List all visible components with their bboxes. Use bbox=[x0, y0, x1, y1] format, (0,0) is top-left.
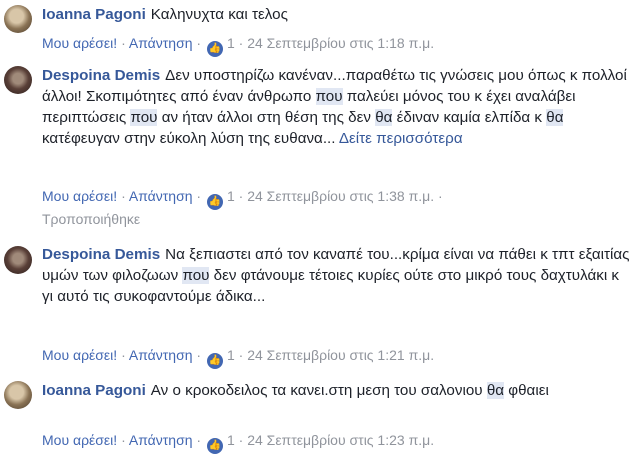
thumbs-up-icon: 👍 bbox=[206, 41, 223, 57]
reply-link[interactable]: Απάντηση bbox=[129, 432, 193, 448]
comment-body: Ioanna Pagoni Καληνυχτα και τελος bbox=[42, 4, 634, 25]
text-segment: Αν ο κροκοδειλος τα κανει.στη μεση του σ… bbox=[150, 382, 487, 399]
like-link[interactable]: Μου αρέσει! bbox=[42, 35, 117, 51]
like-link[interactable]: Μου αρέσει! bbox=[42, 188, 117, 204]
text-segment: έδιναν καμία ελπίδα κ bbox=[392, 109, 547, 126]
timestamp[interactable]: 24 Σεπτεμβρίου στις 1:38 π.μ. bbox=[247, 188, 434, 204]
avatar[interactable] bbox=[4, 5, 32, 33]
like-count[interactable]: 1 bbox=[227, 432, 235, 448]
highlighted-word: που bbox=[130, 109, 158, 126]
timestamp[interactable]: 24 Σεπτεμβρίου στις 1:21 π.μ. bbox=[247, 347, 434, 363]
like-link[interactable]: Μου αρέσει! bbox=[42, 347, 117, 363]
see-more-link[interactable]: Δείτε περισσότερα bbox=[339, 130, 463, 147]
author-name[interactable]: Despoina Demis bbox=[42, 246, 160, 263]
reply-link[interactable]: Απάντηση bbox=[129, 188, 193, 204]
highlighted-word: θα bbox=[375, 109, 393, 126]
comment-text: Καληνυχτα και τελος bbox=[151, 6, 288, 23]
avatar[interactable] bbox=[4, 246, 32, 274]
highlighted-word: θα bbox=[546, 109, 564, 126]
avatar[interactable] bbox=[4, 381, 32, 409]
like-count[interactable]: 1 bbox=[227, 188, 235, 204]
comment-body: Ioanna Pagoni Αν ο κροκοδειλος τα κανει.σ… bbox=[42, 380, 634, 401]
reply-link[interactable]: Απάντηση bbox=[129, 35, 193, 51]
author-name[interactable]: Ioanna Pagoni bbox=[42, 6, 146, 23]
highlighted-word: που bbox=[315, 88, 343, 105]
text-segment: αν ήταν άλλοι στη θέση της δεν bbox=[157, 109, 376, 126]
like-count[interactable]: 1 bbox=[227, 347, 235, 363]
comment-actions: Μου αρέσει! · Απάντηση · 👍 1 · 24 Σεπτεμβ… bbox=[42, 187, 443, 210]
highlighted-word: που bbox=[182, 267, 210, 284]
comment-text: Αν ο κροκοδειλος τα κανει.στη μεση του σ… bbox=[151, 382, 549, 399]
comment-actions: Μου αρέσει! · Απάντηση · 👍 1 · 24 Σεπτεμβ… bbox=[42, 34, 434, 57]
comment-actions: Μου αρέσει! · Απάντηση · 👍 1 · 24 Σεπτεμβ… bbox=[42, 431, 434, 454]
author-name[interactable]: Ioanna Pagoni bbox=[42, 382, 146, 399]
thumbs-up-icon: 👍 bbox=[206, 438, 223, 454]
highlighted-word: θα bbox=[486, 382, 505, 399]
comment-body: Despoina Demis Δεν υποστηρίζω κανέναν...π… bbox=[42, 65, 634, 149]
like-count[interactable]: 1 bbox=[227, 35, 235, 51]
thumbs-up-icon: 👍 bbox=[206, 353, 223, 369]
text-segment: φθαιει bbox=[504, 382, 549, 399]
author-name[interactable]: Despoina Demis bbox=[42, 67, 160, 84]
text-segment: κατέφευγαν στην εύκολη λύση της ευθανα..… bbox=[42, 130, 339, 147]
comment-actions: Μου αρέσει! · Απάντηση · 👍 1 · 24 Σεπτεμβ… bbox=[42, 346, 434, 369]
timestamp[interactable]: 24 Σεπτεμβρίου στις 1:23 π.μ. bbox=[247, 432, 434, 448]
avatar[interactable] bbox=[4, 66, 32, 94]
like-link[interactable]: Μου αρέσει! bbox=[42, 432, 117, 448]
thumbs-up-icon: 👍 bbox=[206, 194, 223, 210]
text-segment: Καληνυχτα και τελος bbox=[150, 6, 288, 23]
edited-label[interactable]: Τροποποιήθηκε bbox=[42, 211, 140, 227]
timestamp[interactable]: 24 Σεπτεμβρίου στις 1:18 π.μ. bbox=[247, 35, 434, 51]
reply-link[interactable]: Απάντηση bbox=[129, 347, 193, 363]
comment-body: Despoina Demis Να ξεπιαστει από τον καναπ… bbox=[42, 244, 634, 307]
